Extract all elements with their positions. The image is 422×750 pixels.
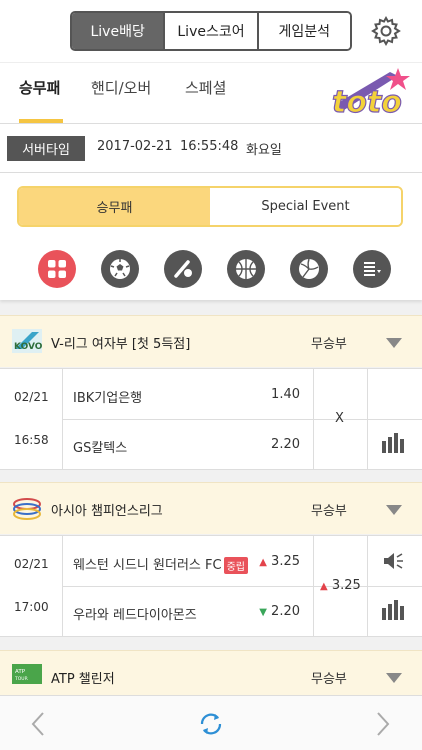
bottom-nav [0, 695, 422, 750]
neutral-badge: 중립 [223, 557, 248, 574]
top-segment-control: Live배당 Live스코어 게임분석 [70, 11, 352, 51]
all-grid-icon [48, 260, 66, 278]
tab-win-draw-lose[interactable]: 승무패 [19, 77, 60, 98]
gear-icon[interactable] [370, 15, 402, 47]
baseball-icon [174, 260, 192, 278]
server-weekday: 화요일 [246, 143, 282, 158]
soccer-ball-icon [110, 259, 130, 279]
caret-down-icon[interactable] [386, 505, 402, 515]
away-odds-value: 2.20 [271, 604, 300, 619]
sport-more-button[interactable] [353, 250, 391, 288]
match-row: 02/21 17:00 웨스턴 시드니 원더러스 FC 중립 ▲ 3.25 우라와… [0, 535, 422, 637]
toto-logo: toto [331, 68, 410, 120]
home-odds[interactable]: ▲ 3.25 [259, 554, 300, 569]
volleyball-icon [299, 258, 319, 279]
home-team[interactable]: 웨스턴 시드니 원더러스 FC 중립 [73, 554, 248, 574]
kovo-logo-icon: KOVO [12, 329, 42, 353]
home-team[interactable]: IBK기업은행 [73, 387, 142, 406]
league-name: V-리그 여자부 [첫 5득점] [51, 337, 191, 352]
top-bar: Live배당 Live스코어 게임분석 [0, 0, 422, 62]
divider [368, 419, 422, 420]
back-arrow-icon[interactable] [30, 711, 46, 737]
caret-down-icon[interactable] [386, 673, 402, 683]
match-date: 02/21 [14, 390, 49, 404]
draw-odds[interactable]: ▲ 3.25 [320, 578, 361, 593]
arrow-up-icon: ▲ [259, 557, 267, 568]
sport-all-button[interactable] [38, 250, 76, 288]
sport-basketball-button[interactable] [227, 250, 265, 288]
toggle-special-event[interactable]: Special Event [210, 188, 401, 225]
svg-text:ATP: ATP [15, 669, 26, 675]
draw-odds[interactable]: X [335, 411, 344, 426]
sport-baseball-button[interactable] [164, 250, 202, 288]
svg-text:TOUR: TOUR [14, 676, 28, 682]
atp-challenger-logo-icon: ATP TOUR [12, 664, 42, 684]
server-time: 16:55:48 [180, 139, 239, 154]
basketball-icon [236, 259, 256, 279]
away-odds[interactable]: ▼ 2.20 [259, 604, 300, 619]
stats-chart-icon[interactable] [381, 600, 405, 620]
draw-odds-value: 3.25 [331, 578, 361, 593]
league-bet-type: 무승부 [311, 672, 347, 687]
away-team[interactable]: GS칼텍스 [73, 437, 127, 456]
away-team[interactable]: 우라와 레드다이아몬즈 [73, 604, 197, 623]
svg-text:KOVO: KOVO [14, 342, 42, 352]
divider [368, 586, 422, 587]
stats-chart-icon[interactable] [381, 433, 405, 453]
divider [62, 419, 368, 420]
match-row: 02/21 16:58 IBK기업은행 1.40 GS칼텍스 2.20 X [0, 368, 422, 470]
tab-handicap-over[interactable]: 핸디/오버 [91, 77, 151, 98]
match-date: 02/21 [14, 557, 49, 571]
league-bet-type: 무승부 [311, 337, 347, 352]
home-team-name: 웨스턴 시드니 원더러스 FC [73, 558, 222, 573]
home-odds[interactable]: 1.40 [271, 387, 300, 402]
svg-text:toto: toto [332, 85, 402, 120]
sport-volleyball-button[interactable] [290, 250, 328, 288]
more-list-icon [364, 262, 381, 276]
toggle-win-draw-lose[interactable]: 승무패 [19, 188, 210, 225]
server-time-label: 서버타임 [7, 136, 85, 161]
segment-game-analysis[interactable]: 게임분석 [256, 13, 350, 49]
home-odds-value: 3.25 [271, 554, 300, 569]
league-name: 아시아 챔피언스리그 [51, 504, 163, 519]
arrow-down-icon: ▼ [259, 607, 267, 618]
league-bet-type: 무승부 [311, 504, 347, 519]
sport-soccer-button[interactable] [101, 250, 139, 288]
tab-special[interactable]: 스페셜 [185, 77, 226, 98]
arrow-up-icon: ▲ [320, 581, 328, 592]
away-odds[interactable]: 2.20 [271, 437, 300, 452]
speaker-icon[interactable] [382, 551, 404, 571]
server-date: 2017-02-21 [97, 139, 173, 154]
match-time: 17:00 [14, 600, 49, 614]
caret-down-icon[interactable] [386, 338, 402, 348]
afc-logo-icon [13, 498, 41, 520]
league-header[interactable]: 아시아 챔피언스리그 무승부 [0, 482, 422, 534]
match-time: 16:58 [14, 433, 49, 447]
type-toggle: 승무패 Special Event [17, 186, 403, 227]
forward-arrow-icon[interactable] [375, 711, 391, 737]
league-name: ATP 챌린저 [51, 672, 115, 687]
segment-live-odds[interactable]: Live배당 [72, 13, 164, 49]
league-header[interactable]: KOVO V-리그 여자부 [첫 5득점] 무승부 [0, 315, 422, 367]
segment-live-score[interactable]: Live스코어 [163, 13, 257, 49]
refresh-icon[interactable] [197, 710, 225, 738]
